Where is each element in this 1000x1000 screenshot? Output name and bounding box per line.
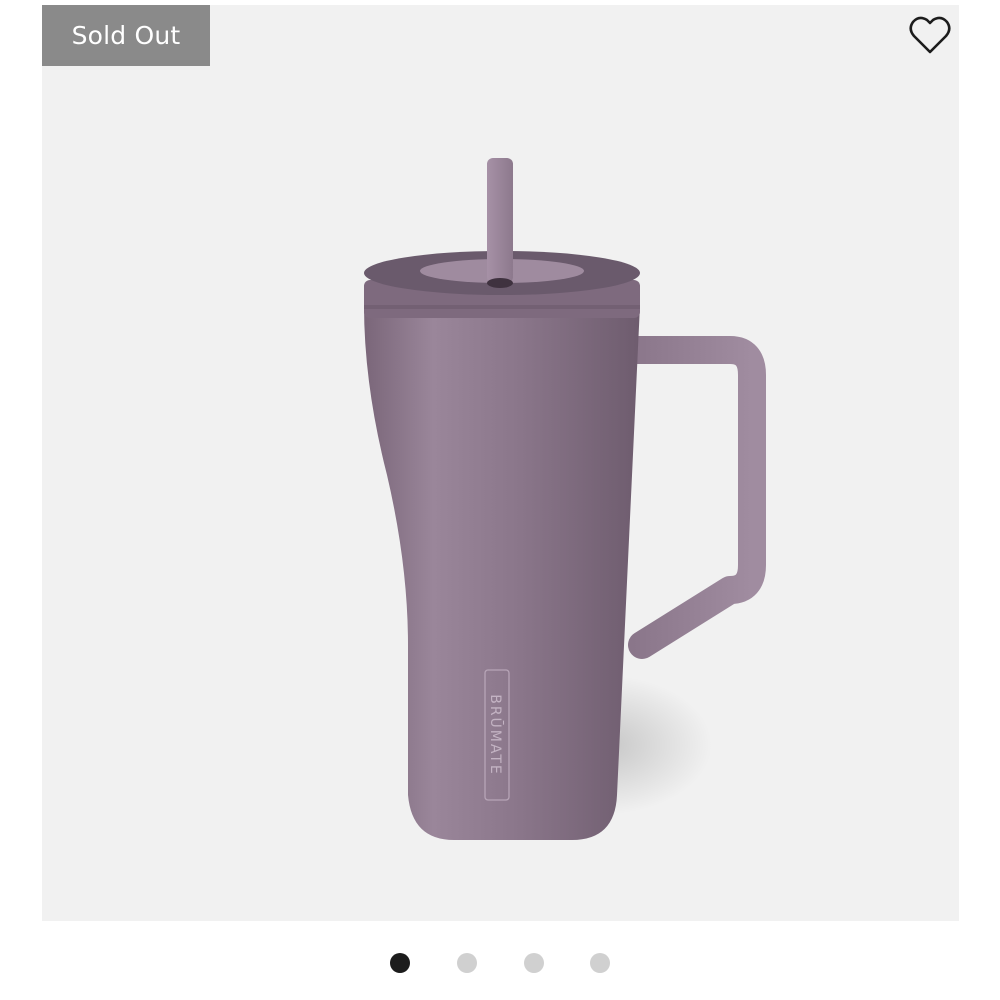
carousel-dot-1[interactable] [390, 953, 410, 973]
svg-text:BRŪMATE: BRŪMATE [487, 694, 504, 776]
sold-out-badge: Sold Out [42, 5, 210, 66]
carousel-dot-2[interactable] [457, 953, 477, 973]
heart-outline-icon [909, 16, 951, 54]
carousel-dot-3[interactable] [524, 953, 544, 973]
carousel-pagination [0, 952, 1000, 974]
tumbler-image: BRŪMATE [364, 158, 766, 840]
wishlist-button[interactable] [906, 13, 954, 57]
carousel-dot-4[interactable] [590, 953, 610, 973]
product-image[interactable]: BRŪMATE [42, 5, 959, 921]
